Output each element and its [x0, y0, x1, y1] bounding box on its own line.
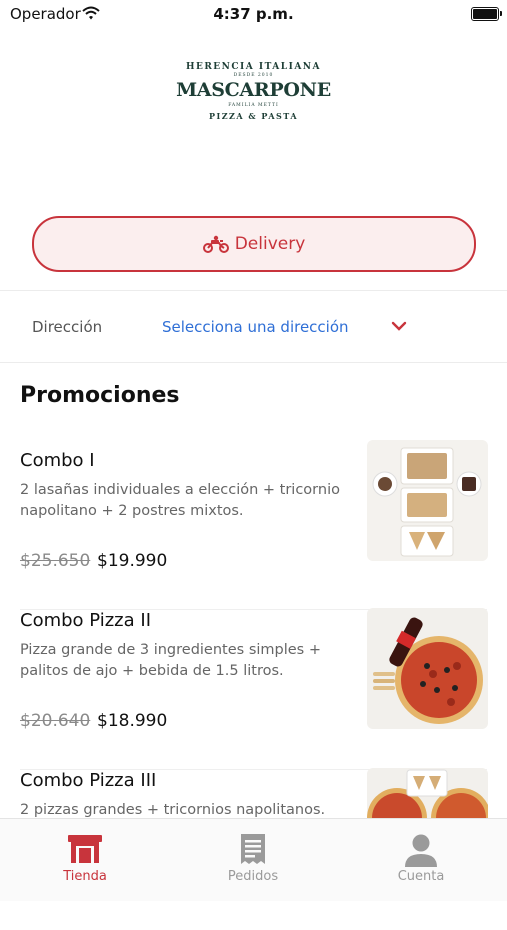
promo-description: 2 lasañas individuales a elección + tric…: [20, 482, 340, 519]
logo-tagline: HERENCIA ITALIANA: [185, 62, 322, 72]
promo-item[interactable]: Combo Pizza II Pizza grande de 3 ingredi…: [0, 608, 507, 770]
promo-image: [367, 440, 488, 561]
receipt-icon: [241, 834, 265, 864]
user-icon: [405, 834, 437, 867]
section-title: Promociones: [20, 383, 180, 408]
promo-name: Combo Pizza III: [20, 770, 157, 791]
divider: [0, 290, 507, 291]
motorcycle-icon: [202, 235, 229, 253]
promo-name: Combo I: [20, 450, 95, 471]
status-bar: Operador 4:37 p.m.: [0, 0, 507, 28]
promo-name: Combo Pizza II: [20, 610, 152, 631]
tab-label: Pedidos: [227, 869, 279, 884]
logo-name: MASCARPONE: [176, 79, 331, 101]
chevron-down-icon[interactable]: [390, 320, 408, 332]
address-select[interactable]: Selecciona una dirección: [162, 318, 349, 336]
brand-logo: HERENCIA ITALIANA DESDE 2010 MASCARPONE …: [0, 62, 507, 121]
promo-price: $19.990: [97, 551, 168, 571]
tab-bar: Tienda Pedidos Cuenta: [0, 818, 507, 901]
address-label: Dirección: [32, 318, 103, 336]
tab-label: Cuenta: [397, 869, 445, 884]
promo-image: [367, 608, 488, 729]
tab-cuenta[interactable]: Cuenta: [361, 833, 481, 884]
promo-old-price: $25.650: [20, 551, 91, 571]
promo-old-price: $20.640: [20, 711, 91, 731]
logo-since: DESDE 2010: [233, 73, 274, 78]
clock: 4:37 p.m.: [213, 5, 294, 23]
battery-icon: [471, 7, 502, 21]
logo-family: FAMILIA METTI: [228, 103, 279, 108]
delivery-label: Delivery: [234, 234, 306, 254]
tab-tienda[interactable]: Tienda: [25, 833, 145, 884]
delivery-button[interactable]: Delivery: [32, 216, 476, 272]
promo-price: $18.990: [97, 711, 168, 731]
store-icon: [68, 835, 102, 863]
logo-subtitle: PIZZA & PASTA: [208, 111, 299, 121]
tab-label: Tienda: [63, 869, 107, 884]
promo-description: Pizza grande de 3 ingredientes simples +…: [20, 642, 321, 679]
tab-pedidos[interactable]: Pedidos: [193, 833, 313, 884]
promo-item[interactable]: Combo I 2 lasañas individuales a elecció…: [0, 440, 507, 610]
divider: [0, 362, 507, 363]
